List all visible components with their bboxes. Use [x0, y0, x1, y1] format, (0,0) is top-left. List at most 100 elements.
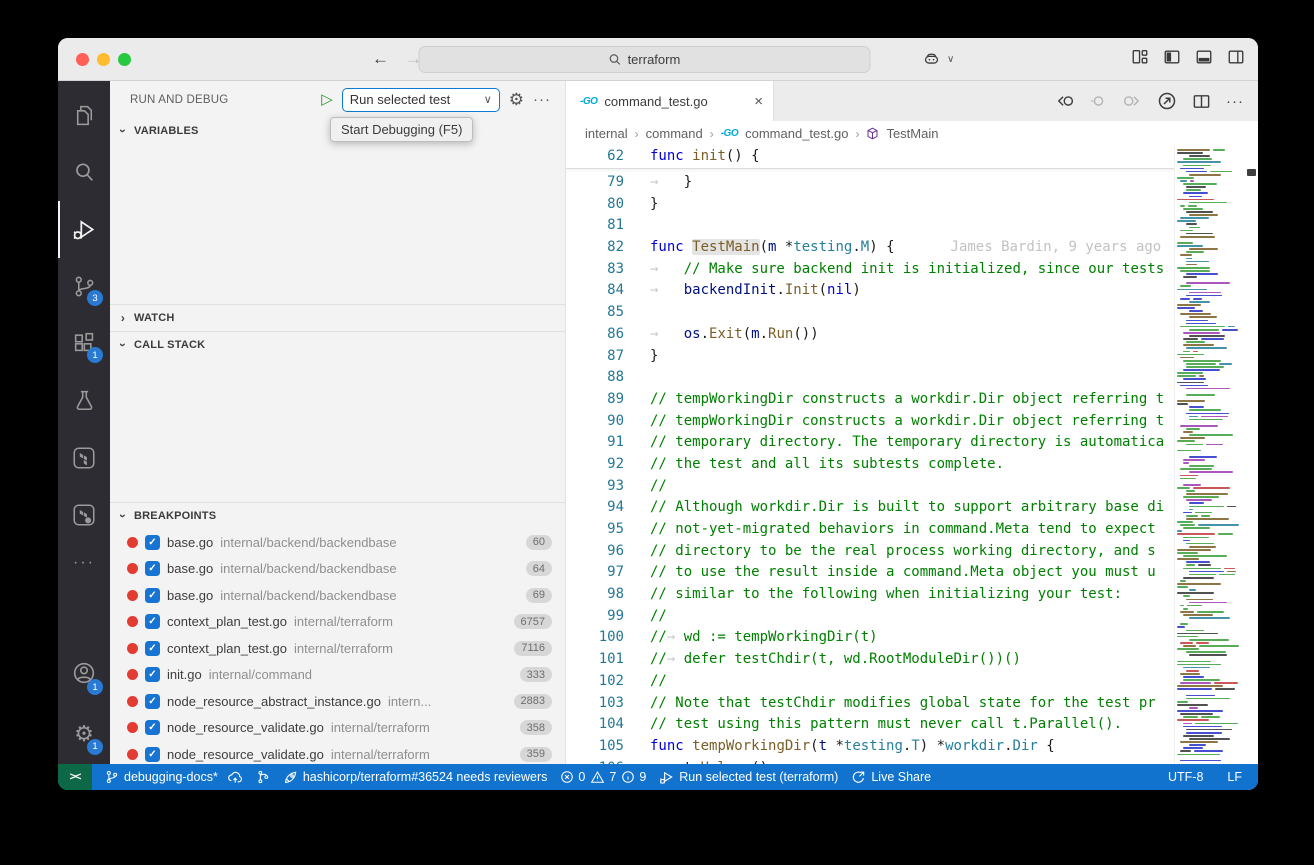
code-line[interactable]: 90// tempWorkingDir constructs a workdir… [566, 411, 1258, 433]
close-window-button[interactable] [76, 53, 89, 66]
close-tab-icon[interactable]: × [754, 93, 763, 110]
breakpoint-row[interactable]: ✓context_plan_test.gointernal/terraform7… [110, 635, 565, 662]
copilot-icon[interactable] [922, 50, 941, 69]
split-editor-icon[interactable] [1192, 92, 1211, 111]
run-and-debug-view-icon[interactable] [58, 201, 110, 258]
code-line[interactable]: 80} [566, 194, 1258, 216]
testing-icon[interactable] [58, 372, 110, 429]
code-line[interactable]: 92// the test and all its subtests compl… [566, 454, 1258, 476]
toggle-primary-sidebar-icon[interactable] [1163, 48, 1181, 66]
command-center-search[interactable]: terraform [418, 46, 870, 73]
breadcrumb-internal[interactable]: internal [585, 126, 628, 141]
code-editor[interactable]: 62func init() { 79→ }80}8182func TestMai… [566, 146, 1258, 764]
code-line[interactable]: 91// temporary directory. The temporary … [566, 432, 1258, 454]
code-line[interactable]: 86→ os.Exit(m.Run()) [566, 324, 1258, 346]
breadcrumb-symbol[interactable]: TestMain [886, 126, 938, 141]
code-line[interactable]: 96// directory to be the real process wo… [566, 541, 1258, 563]
code-line[interactable]: 83→ // Make sure backend init is initial… [566, 259, 1258, 281]
toggle-panel-icon[interactable] [1195, 48, 1213, 66]
additional-views-icon[interactable]: ··· [73, 543, 95, 583]
breadcrumb-command[interactable]: command [646, 126, 703, 141]
previous-change-icon[interactable] [1055, 92, 1074, 111]
code-line[interactable]: 102// [566, 671, 1258, 693]
call-stack-section-header[interactable]: › CALL STACK [110, 331, 565, 358]
encoding-status-item[interactable]: UTF-8 [1168, 770, 1203, 784]
code-line[interactable]: 93// [566, 476, 1258, 498]
remote-indicator[interactable]: >< [58, 764, 92, 790]
breakpoint-checkbox[interactable]: ✓ [145, 614, 160, 629]
code-line[interactable]: 106→ t.Helper() [566, 758, 1258, 764]
debug-configuration-dropdown[interactable]: Run selected test ∨ [342, 88, 500, 112]
breakpoint-checkbox[interactable]: ✓ [145, 641, 160, 656]
breakpoint-row[interactable]: ✓node_resource_abstract_instance.gointer… [110, 688, 565, 715]
editor-more-actions-icon[interactable]: ··· [1226, 93, 1244, 110]
search-view-icon[interactable] [58, 144, 110, 201]
code-line[interactable]: 97// to use the result inside a command.… [566, 562, 1258, 584]
code-line[interactable]: 81 [566, 215, 1258, 237]
run-or-open-graph-icon[interactable] [1157, 91, 1177, 111]
code-line[interactable]: 99// [566, 606, 1258, 628]
source-control-icon[interactable]: 3 [58, 258, 110, 315]
current-change-icon[interactable] [1089, 92, 1108, 111]
breakpoint-checkbox[interactable]: ✓ [145, 667, 160, 682]
breakpoint-row[interactable]: ✓context_plan_test.gointernal/terraform6… [110, 609, 565, 636]
code-line[interactable]: 105func tempWorkingDir(t *testing.T) *wo… [566, 736, 1258, 758]
pull-request-status-item[interactable]: hashicorp/terraform#36524 needs reviewer… [283, 770, 548, 785]
eol-status-item[interactable]: LF [1227, 770, 1242, 784]
run-test-status-item[interactable]: Run selected test (terraform) [659, 770, 838, 785]
terraform-icon[interactable] [58, 429, 110, 486]
code-line[interactable]: 100//→ wd := tempWorkingDir(t) [566, 627, 1258, 649]
sticky-scroll-line[interactable]: 62func init() { [566, 146, 1258, 169]
zoom-window-button[interactable] [118, 53, 131, 66]
extensions-icon[interactable]: 1 [58, 315, 110, 372]
source-control-graph-icon[interactable] [256, 770, 270, 784]
code-line[interactable]: 84→ backendInit.Init(nil) [566, 280, 1258, 302]
code-line[interactable]: 85 [566, 302, 1258, 324]
breakpoint-checkbox[interactable]: ✓ [145, 588, 160, 603]
navigate-back-button[interactable]: ← [372, 47, 389, 71]
breakpoint-row[interactable]: ✓node_resource_validate.gointernal/terra… [110, 741, 565, 764]
explorer-icon[interactable] [58, 87, 110, 144]
code-line[interactable]: 104// test using this pattern must never… [566, 714, 1258, 736]
code-line[interactable]: 62func init() { [566, 146, 1258, 168]
code-line[interactable]: 89// tempWorkingDir constructs a workdir… [566, 389, 1258, 411]
code-line[interactable]: 103// Note that testChdir modifies globa… [566, 693, 1258, 715]
minimize-window-button[interactable] [97, 53, 110, 66]
next-change-icon[interactable] [1123, 92, 1142, 111]
breakpoints-section-header[interactable]: › BREAKPOINTS [110, 502, 565, 529]
code-line[interactable]: 88 [566, 367, 1258, 389]
copilot-chevron-icon[interactable]: ∨ [947, 54, 954, 65]
hcp-terraform-icon[interactable] [58, 486, 110, 543]
debug-settings-gear-icon[interactable]: ⚙ [509, 91, 524, 108]
toggle-secondary-sidebar-icon[interactable] [1227, 48, 1245, 66]
problems-status-item[interactable]: 0 7 9 [560, 770, 646, 784]
code-line[interactable]: 95// not-yet-migrated behaviors in comma… [566, 519, 1258, 541]
tab-command-test-go[interactable]: -GO command_test.go × [566, 81, 774, 121]
watch-section-header[interactable]: › WATCH [110, 304, 565, 331]
editor-scrollbar[interactable] [1245, 146, 1258, 764]
accounts-icon[interactable]: 1 [58, 642, 110, 704]
start-debugging-button[interactable]: ▷ [321, 92, 333, 107]
code-line[interactable]: 87} [566, 346, 1258, 368]
code-line[interactable]: 101//→ defer testChdir(t, wd.RootModuleD… [566, 649, 1258, 671]
breakpoint-checkbox[interactable]: ✓ [145, 747, 160, 762]
debug-more-actions-icon[interactable]: ··· [533, 91, 551, 108]
branch-status-item[interactable]: debugging-docs* [105, 770, 243, 784]
minimap[interactable] [1174, 146, 1245, 764]
breakpoint-row[interactable]: ✓base.gointernal/backend/backendbase69 [110, 582, 565, 609]
breakpoint-row[interactable]: ✓base.gointernal/backend/backendbase60 [110, 529, 565, 556]
settings-gear-icon[interactable]: ⚙ 1 [58, 704, 110, 764]
live-share-status-item[interactable]: Live Share [851, 770, 931, 785]
breakpoint-checkbox[interactable]: ✓ [145, 694, 160, 709]
breakpoint-row[interactable]: ✓base.gointernal/backend/backendbase64 [110, 556, 565, 583]
customize-layout-icon[interactable] [1131, 48, 1149, 66]
breakpoint-row[interactable]: ✓node_resource_validate.gointernal/terra… [110, 715, 565, 742]
breakpoint-checkbox[interactable]: ✓ [145, 561, 160, 576]
code-line[interactable]: 79→ } [566, 172, 1258, 194]
breakpoint-checkbox[interactable]: ✓ [145, 720, 160, 735]
code-line[interactable]: 98// similar to the following when initi… [566, 584, 1258, 606]
breadcrumb-file[interactable]: command_test.go [745, 126, 848, 141]
breakpoint-checkbox[interactable]: ✓ [145, 535, 160, 550]
breakpoint-row[interactable]: ✓init.gointernal/command333 [110, 662, 565, 689]
code-line[interactable]: 94// Although workdir.Dir is built to su… [566, 497, 1258, 519]
